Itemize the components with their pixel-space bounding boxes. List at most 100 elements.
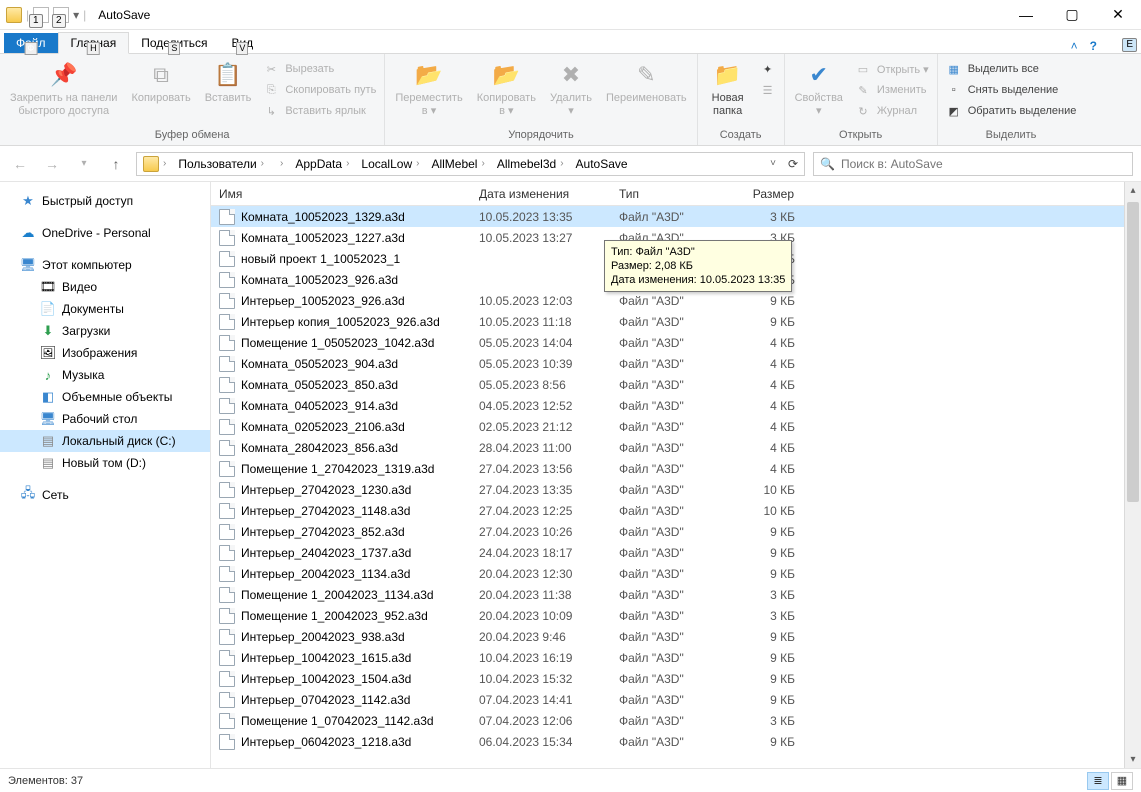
- recent-dropdown[interactable]: ▾: [72, 152, 96, 176]
- nav-pictures[interactable]: 🖼Изображения: [0, 342, 210, 364]
- tab-share[interactable]: ПоделитьсяS: [129, 33, 219, 53]
- view-icons-button[interactable]: ▦: [1111, 772, 1133, 790]
- close-button[interactable]: ✕: [1095, 0, 1141, 30]
- cloud-icon: ☁: [20, 225, 36, 241]
- table-row[interactable]: Помещение 1_27042023_1319.a3d27.04.2023 …: [211, 458, 1124, 479]
- nav-local-disk[interactable]: ▤Локальный диск (C:): [0, 430, 210, 452]
- history-button[interactable]: ↻Журнал: [853, 102, 931, 120]
- file-type: Файл "A3D": [611, 399, 731, 413]
- search-input[interactable]: [841, 157, 1126, 171]
- scroll-thumb[interactable]: [1127, 202, 1139, 502]
- table-row[interactable]: Интерьер_06042023_1218.a3d06.04.2023 15:…: [211, 731, 1124, 752]
- forward-button[interactable]: →: [40, 152, 64, 176]
- breadcrumb-seg[interactable]: AllMebel›: [425, 157, 490, 171]
- table-row[interactable]: Комната_05052023_904.a3d05.05.2023 10:39…: [211, 353, 1124, 374]
- paste-shortcut-button[interactable]: ↳Вставить ярлык: [261, 102, 378, 120]
- table-row[interactable]: Интерьер копия_10052023_926.a3d10.05.202…: [211, 311, 1124, 332]
- edit-button[interactable]: ✎Изменить: [853, 81, 931, 99]
- search-box[interactable]: 🔍: [813, 152, 1133, 176]
- move-to-button[interactable]: 📂Переместить в ▾: [391, 56, 466, 120]
- tab-home[interactable]: ГлавнаяH: [58, 32, 130, 54]
- table-row[interactable]: Помещение 1_20042023_952.a3d20.04.2023 1…: [211, 605, 1124, 626]
- table-row[interactable]: Интерьер_10052023_926.a3d10.05.2023 12:0…: [211, 290, 1124, 311]
- table-row[interactable]: Комната_05052023_850.a3d05.05.2023 8:56Ф…: [211, 374, 1124, 395]
- col-date[interactable]: Дата изменения: [471, 187, 611, 201]
- tooltip-type: Тип: Файл "A3D": [611, 245, 785, 259]
- copy-button[interactable]: ⧉Копировать: [127, 56, 194, 107]
- invert-selection-button[interactable]: ◩Обратить выделение: [944, 102, 1079, 120]
- nav-videos[interactable]: 🎞Видео: [0, 276, 210, 298]
- nav-music[interactable]: ♪Музыка: [0, 364, 210, 386]
- scroll-down-icon[interactable]: ▾: [1125, 751, 1141, 768]
- help-icon[interactable]: ?: [1090, 39, 1097, 53]
- breadcrumb-seg[interactable]: ›: [270, 158, 289, 169]
- breadcrumb-seg[interactable]: LocalLow›: [355, 157, 425, 171]
- table-row[interactable]: Помещение 1_20042023_1134.a3d20.04.2023 …: [211, 584, 1124, 605]
- keytip-2: 2: [52, 14, 66, 28]
- nav-documents[interactable]: 📄Документы: [0, 298, 210, 320]
- table-row[interactable]: Помещение 1_05052023_1042.a3d05.05.2023 …: [211, 332, 1124, 353]
- copy-path-button[interactable]: ⎘Скопировать путь: [261, 81, 378, 99]
- breadcrumb-seg[interactable]: AutoSave: [570, 157, 634, 171]
- qat-dropdown[interactable]: ▾: [73, 8, 79, 22]
- nav-quick-access[interactable]: ★Быстрый доступ: [0, 190, 210, 212]
- cut-button[interactable]: ✂Вырезать: [261, 60, 378, 78]
- nav-desktop[interactable]: 🖥Рабочий стол: [0, 408, 210, 430]
- delete-button[interactable]: ✖Удалить ▾: [546, 56, 596, 120]
- file-type: Файл "A3D": [611, 588, 731, 602]
- properties-button[interactable]: ✔Свойства ▾: [791, 56, 847, 120]
- tab-view[interactable]: ВидV: [219, 33, 265, 53]
- col-name[interactable]: Имя: [211, 187, 471, 201]
- minimize-button[interactable]: —: [1003, 0, 1049, 30]
- pin-button[interactable]: 📌Закрепить на панели быстрого доступа: [6, 56, 121, 120]
- table-row[interactable]: Интерьер_20042023_1134.a3d20.04.2023 12:…: [211, 563, 1124, 584]
- table-row[interactable]: Комната_10052023_1329.a3d10.05.2023 13:3…: [211, 206, 1124, 227]
- table-row[interactable]: Интерьер_07042023_1142.a3d07.04.2023 14:…: [211, 689, 1124, 710]
- view-details-button[interactable]: ≣: [1087, 772, 1109, 790]
- refresh-button[interactable]: ⟳: [782, 157, 804, 171]
- rename-button[interactable]: ✎Переименовать: [602, 56, 691, 107]
- nav-downloads[interactable]: ⬇Загрузки: [0, 320, 210, 342]
- breadcrumb-seg[interactable]: Allmebel3d›: [491, 157, 570, 171]
- maximize-button[interactable]: ▢: [1049, 0, 1095, 30]
- nav-3d-objects[interactable]: ◧Объемные объекты: [0, 386, 210, 408]
- table-row[interactable]: Интерьер_27042023_1230.a3d27.04.2023 13:…: [211, 479, 1124, 500]
- col-size[interactable]: Размер: [731, 187, 803, 201]
- nav-this-pc[interactable]: 🖥Этот компьютер: [0, 254, 210, 276]
- breadcrumb-seg[interactable]: AppData›: [289, 157, 355, 171]
- back-button[interactable]: ←: [8, 152, 32, 176]
- breadcrumb-seg[interactable]: Пользователи›: [172, 157, 270, 171]
- table-row[interactable]: Интерьер_20042023_938.a3d20.04.2023 9:46…: [211, 626, 1124, 647]
- scroll-up-icon[interactable]: ▴: [1125, 182, 1141, 199]
- table-row[interactable]: Интерьер_27042023_1148.a3d27.04.2023 12:…: [211, 500, 1124, 521]
- paste-button[interactable]: 📋Вставить: [201, 56, 256, 107]
- copy-to-button[interactable]: 📂Копировать в ▾: [473, 56, 540, 120]
- table-row[interactable]: Интерьер_10042023_1615.a3d10.04.2023 16:…: [211, 647, 1124, 668]
- address-dropdown[interactable]: ˅: [764, 158, 782, 169]
- up-button[interactable]: ↑: [104, 152, 128, 176]
- table-row[interactable]: Интерьер_24042023_1737.a3d24.04.2023 18:…: [211, 542, 1124, 563]
- table-row[interactable]: Помещение 1_07042023_1142.a3d07.04.2023 …: [211, 710, 1124, 731]
- new-folder-button[interactable]: 📁Новая папка: [704, 56, 752, 120]
- tab-file[interactable]: ФайлФ: [4, 33, 58, 53]
- vertical-scrollbar[interactable]: ▴ ▾: [1124, 182, 1141, 768]
- easy-access-button[interactable]: ☰: [758, 81, 778, 99]
- table-row[interactable]: Интерьер_27042023_852.a3d27.04.2023 10:2…: [211, 521, 1124, 542]
- table-row[interactable]: Комната_04052023_914.a3d04.05.2023 12:52…: [211, 395, 1124, 416]
- breadcrumb-root[interactable]: ›: [137, 156, 172, 172]
- table-row[interactable]: Комната_28042023_856.a3d28.04.2023 11:00…: [211, 437, 1124, 458]
- file-type: Файл "A3D": [611, 315, 731, 329]
- nav-network[interactable]: 🖧Сеть: [0, 484, 210, 506]
- address-bar[interactable]: › Пользователи› › AppData› LocalLow› All…: [136, 152, 805, 176]
- table-row[interactable]: Комната_02052023_2106.a3d02.05.2023 21:1…: [211, 416, 1124, 437]
- nav-new-volume[interactable]: ▤Новый том (D:): [0, 452, 210, 474]
- new-item-button[interactable]: ✦: [758, 60, 778, 78]
- table-row[interactable]: Интерьер_10042023_1504.a3d10.04.2023 15:…: [211, 668, 1124, 689]
- col-type[interactable]: Тип: [611, 187, 731, 201]
- ribbon-collapse-icon[interactable]: ˄: [1071, 39, 1078, 53]
- select-none-button[interactable]: ▫Снять выделение: [944, 81, 1079, 99]
- nav-onedrive[interactable]: ☁OneDrive - Personal: [0, 222, 210, 244]
- open-button[interactable]: ▭Открыть ▾: [853, 60, 931, 78]
- group-organize-label: Упорядочить: [391, 129, 690, 143]
- select-all-button[interactable]: ▦Выделить все: [944, 60, 1079, 78]
